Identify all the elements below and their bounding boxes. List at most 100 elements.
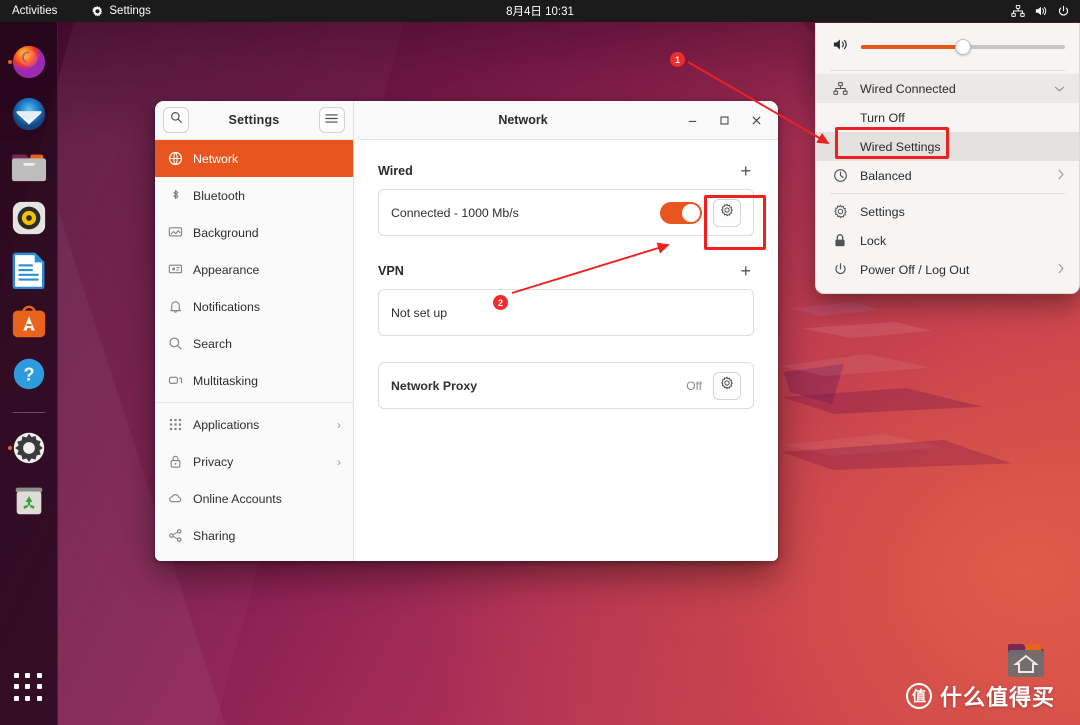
window-controls: [678, 106, 772, 134]
network-icon: [167, 151, 183, 166]
chevron-right-icon: ›: [337, 455, 341, 469]
sidebar-item-notifications[interactable]: Notifications: [155, 288, 353, 325]
network-proxy-row: Network Proxy Off: [378, 362, 754, 409]
watermark-text: 什么值得买: [940, 680, 1055, 712]
window-titlebar: Network: [354, 101, 778, 140]
sidebar-item-search[interactable]: Search: [155, 325, 353, 362]
add-vpn-button[interactable]: +: [737, 262, 754, 280]
network-proxy-value: Off: [686, 379, 702, 393]
appearance-icon: [167, 262, 183, 277]
wired-status-label: Connected - 1000 Mb/s: [391, 206, 519, 220]
menu-item-wired-connected[interactable]: Wired Connected: [816, 74, 1079, 103]
wired-network-icon: [1011, 5, 1025, 17]
add-wired-button[interactable]: +: [737, 162, 754, 180]
menu-item-power-off-log-out[interactable]: Power Off / Log Out: [816, 255, 1079, 284]
power-icon: [1057, 5, 1070, 18]
sidebar-item-label: Bluetooth: [193, 189, 245, 203]
dock-item-settings[interactable]: [7, 426, 51, 470]
topbar-app-menu[interactable]: Settings: [91, 5, 151, 18]
dock: ?: [0, 22, 58, 725]
dock-item-help[interactable]: ?: [7, 352, 51, 396]
wired-section-header: Wired +: [378, 162, 754, 180]
volume-icon[interactable]: [832, 37, 849, 57]
sidebar-item-label: Background: [193, 226, 259, 240]
dock-item-ubuntu-software[interactable]: [7, 300, 51, 344]
sidebar-item-multitasking[interactable]: Multitasking: [155, 362, 353, 399]
show-applications-button[interactable]: [14, 673, 44, 703]
chevron-right-icon: ›: [337, 418, 341, 432]
search-icon: [170, 111, 183, 129]
chevron-right-icon: [1057, 263, 1065, 277]
menu-separator: [830, 193, 1065, 194]
svg-text:?: ?: [23, 365, 34, 385]
menu-item-label: Turn Off: [860, 111, 905, 125]
padlock-icon: [832, 233, 848, 248]
chevron-right-icon: [1057, 169, 1065, 183]
sidebar-separator: [155, 402, 353, 403]
sidebar-item-background[interactable]: Background: [155, 214, 353, 251]
dock-item-files[interactable]: [7, 144, 51, 188]
sidebar-item-privacy[interactable]: Privacy ›: [155, 443, 353, 480]
sidebar-item-label: Notifications: [193, 300, 260, 314]
sidebar-item-appearance[interactable]: Appearance: [155, 251, 353, 288]
sidebar-item-label: Appearance: [193, 263, 259, 277]
volume-slider-handle[interactable]: [955, 39, 971, 55]
annotation-badge-2: 2: [493, 295, 508, 310]
network-proxy-settings-button[interactable]: [713, 372, 741, 400]
gear-icon: [91, 5, 104, 18]
activities-button[interactable]: Activities: [12, 5, 57, 17]
menu-item-settings[interactable]: Settings: [816, 197, 1079, 226]
network-proxy-label: Network Proxy: [391, 379, 477, 393]
vpn-section-header: VPN +: [378, 262, 754, 280]
page-title: Settings: [229, 113, 280, 127]
multitasking-icon: [167, 373, 183, 388]
sidebar-item-label: Privacy: [193, 455, 233, 469]
volume-slider[interactable]: [861, 45, 1065, 49]
vpn-section-title: VPN: [378, 264, 404, 278]
sidebar-item-online-accounts[interactable]: Online Accounts: [155, 480, 353, 517]
close-button[interactable]: [742, 106, 772, 134]
share-icon: [167, 528, 183, 543]
vpn-row: Not set up: [378, 289, 754, 336]
gear-icon: [720, 376, 734, 395]
sidebar-nav-list: Network Bluetooth Background: [155, 140, 353, 561]
gauge-icon: [832, 168, 848, 183]
maximize-button[interactable]: [710, 106, 740, 134]
minimize-button[interactable]: [678, 106, 708, 134]
volume-icon: [1034, 5, 1048, 17]
system-tray[interactable]: [1011, 5, 1070, 18]
wallpaper-shard: [790, 302, 880, 316]
dock-item-firefox[interactable]: [7, 40, 51, 84]
dock-item-libreoffice-writer[interactable]: [7, 248, 51, 292]
topbar-app-name: Settings: [109, 5, 151, 17]
topbar-clock[interactable]: 8月4日 10:31: [0, 3, 1080, 19]
annotation-box-wired-device-settings: [704, 195, 766, 250]
dock-item-rhythmbox[interactable]: [7, 196, 51, 240]
main-menu-button[interactable]: [319, 107, 345, 133]
dock-separator: [13, 412, 45, 413]
menu-item-lock[interactable]: Lock: [816, 226, 1079, 255]
settings-sidebar: Settings Network: [155, 101, 354, 561]
watermark: 值 什么值得买: [906, 680, 1055, 712]
grid-icon: [167, 418, 183, 431]
dock-item-thunderbird[interactable]: [7, 92, 51, 136]
dock-item-trash[interactable]: [7, 478, 51, 522]
lock-icon: [167, 454, 183, 469]
top-bar: Activities Settings 8月4日 10:31: [0, 0, 1080, 22]
bluetooth-icon: [167, 188, 183, 203]
sidebar-item-bluetooth[interactable]: Bluetooth: [155, 177, 353, 214]
sidebar-item-label: Online Accounts: [193, 492, 282, 506]
home-folder-icon[interactable]: [1004, 638, 1048, 680]
sidebar-header: Settings: [155, 101, 353, 140]
wired-toggle[interactable]: [660, 202, 702, 224]
sidebar-item-applications[interactable]: Applications ›: [155, 406, 353, 443]
sidebar-item-network[interactable]: Network: [155, 140, 353, 177]
wired-device-row: Connected - 1000 Mb/s: [378, 189, 754, 236]
sidebar-item-label: Search: [193, 337, 232, 351]
menu-item-power-profile[interactable]: Balanced: [816, 161, 1079, 190]
sidebar-item-sharing[interactable]: Sharing: [155, 517, 353, 554]
search-button[interactable]: [163, 107, 189, 133]
sidebar-item-label: Sharing: [193, 529, 235, 543]
menu-item-label: Power Off / Log Out: [860, 263, 969, 277]
menu-item-label: Settings: [860, 205, 905, 219]
